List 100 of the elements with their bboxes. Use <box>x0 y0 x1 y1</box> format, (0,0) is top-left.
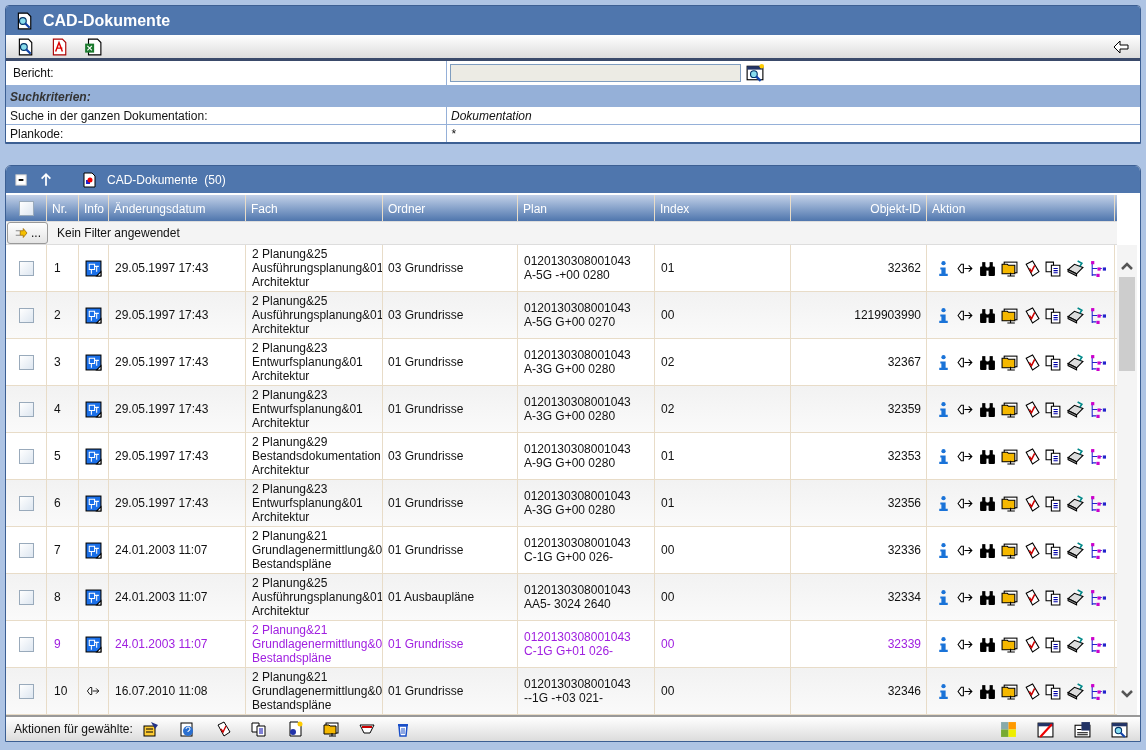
folder-monitor-icon[interactable] <box>1001 447 1018 465</box>
tree-icon[interactable] <box>1089 494 1106 512</box>
spreadsheet-icon[interactable] <box>84 37 102 56</box>
tree-icon[interactable] <box>1089 353 1106 371</box>
clipboard-check-icon[interactable] <box>1023 682 1040 700</box>
clipboard-check-icon[interactable] <box>1023 588 1040 606</box>
pdf-icon[interactable] <box>50 37 68 56</box>
tree-icon[interactable] <box>1089 259 1106 277</box>
drive-icon[interactable] <box>1067 400 1084 418</box>
blueprint-icon[interactable] <box>85 494 102 512</box>
copy-icon[interactable] <box>1045 447 1062 465</box>
row-checkbox[interactable] <box>18 448 34 464</box>
copy-icon[interactable] <box>1045 682 1062 700</box>
blueprint-icon[interactable] <box>85 635 102 653</box>
table-row[interactable]: 4 29.05.1997 17:43 2 Planung&23 Entwurfsplanung&01 Architektur 01 Grundrisse 0120130308001043 A-3G G+00 0280 02 32359 <box>6 386 1117 433</box>
binoculars-icon[interactable] <box>979 541 996 559</box>
scroll-up-icon[interactable] <box>1120 261 1134 271</box>
drive-icon[interactable] <box>1067 541 1084 559</box>
binoculars-icon[interactable] <box>979 635 996 653</box>
blueprint-icon[interactable] <box>85 447 102 465</box>
scrollbar-thumb[interactable] <box>1119 277 1135 371</box>
window-search-icon[interactable] <box>1111 720 1128 738</box>
drive-icon[interactable] <box>1067 306 1084 324</box>
select-all-checkbox[interactable] <box>18 200 34 216</box>
blueprint-icon[interactable] <box>85 400 102 418</box>
folder-monitor-icon[interactable] <box>1001 588 1018 606</box>
folder-monitor-icon[interactable] <box>1001 494 1018 512</box>
copy-icon[interactable] <box>1045 541 1062 559</box>
filter-button[interactable]: ... <box>7 222 48 244</box>
properties-icon[interactable] <box>142 721 159 737</box>
folder-monitor-icon[interactable] <box>1001 353 1018 371</box>
binoculars-icon[interactable] <box>979 682 996 700</box>
copy-icon[interactable] <box>1045 635 1062 653</box>
drive-icon[interactable] <box>1067 588 1084 606</box>
blueprint-icon[interactable] <box>85 541 102 559</box>
blueprint-icon[interactable] <box>85 306 102 324</box>
table-row[interactable]: 2 29.05.1997 17:43 2 Planung&25 Ausführungsplanung&01 Architektur 03 Grundrisse 0120130308001043 A-5G G+00 0270 00 1219903990 <box>6 292 1117 339</box>
folder-monitor-icon[interactable] <box>1001 306 1018 324</box>
clipboard-check-icon[interactable] <box>1023 635 1040 653</box>
binoculars-icon[interactable] <box>979 353 996 371</box>
row-checkbox[interactable] <box>18 354 34 370</box>
clipboard-check-icon[interactable] <box>1023 541 1040 559</box>
drive-icon[interactable] <box>1067 682 1084 700</box>
table-row[interactable]: 9 24.01.2003 11:07 2 Planung&21 Grundlagenermittlung&0 Bestandspläne 01 Grundrisse 0120130308001043 C-1G G+01 026- 00 32339 <box>6 621 1117 668</box>
binoculars-icon[interactable] <box>979 447 996 465</box>
clipboard-check-icon[interactable] <box>1023 400 1040 418</box>
tree-icon[interactable] <box>1089 588 1106 606</box>
folder-monitor-icon[interactable] <box>322 721 339 737</box>
table-row[interactable]: 5 29.05.1997 17:43 2 Planung&29 Bestandsdokumentation Architektur 03 Grundrisse 0120130308001043 A-9G G+00 0280 01 32353 <box>6 433 1117 480</box>
clipboard-check-icon[interactable] <box>1023 494 1040 512</box>
report-picker-icon[interactable] <box>746 64 764 82</box>
binoculars-icon[interactable] <box>979 494 996 512</box>
save-layout-icon[interactable] <box>1074 720 1091 738</box>
table-row[interactable]: 1 29.05.1997 17:43 2 Planung&25 Ausführungsplanung&01 Architektur 03 Grundrisse 0120130308001043 A-5G -+00 0280 01 32362 <box>6 245 1117 292</box>
drive-icon[interactable] <box>1067 494 1084 512</box>
folder-monitor-icon[interactable] <box>1001 259 1018 277</box>
scrollbar[interactable] <box>1117 245 1137 715</box>
binoculars-icon[interactable] <box>979 400 996 418</box>
table-row[interactable]: 7 24.01.2003 11:07 2 Planung&21 Grundlagenermittlung&0 Bestandspläne 01 Grundrisse 0120130308001043 C-1G G+00 026- 00 32336 <box>6 527 1117 574</box>
copy-icon[interactable] <box>1045 400 1062 418</box>
row-checkbox[interactable] <box>18 401 34 417</box>
scroll-down-icon[interactable] <box>1120 689 1134 699</box>
drive-icon[interactable] <box>1067 259 1084 277</box>
row-checkbox[interactable] <box>18 260 34 276</box>
tree-icon[interactable] <box>1089 400 1106 418</box>
report-field[interactable] <box>450 64 741 82</box>
search-document-icon[interactable] <box>16 37 34 56</box>
row-checkbox[interactable] <box>18 636 34 652</box>
collapse-icon[interactable] <box>14 172 29 187</box>
back-arrow-icon[interactable] <box>1112 38 1130 55</box>
row-checkbox[interactable] <box>18 683 34 699</box>
table-row[interactable]: 3 29.05.1997 17:43 2 Planung&23 Entwurfsplanung&01 Architektur 01 Grundrisse 0120130308001043 A-3G G+00 0280 02 32367 <box>6 339 1117 386</box>
table-row[interactable]: 8 24.01.2003 11:07 2 Planung&25 Ausführungsplanung&01 Architektur 01 Ausbaupläne 0120130308001043 AA5- 3024 2640 00 32334 <box>6 574 1117 621</box>
blueprint-icon[interactable] <box>85 353 102 371</box>
row-checkbox[interactable] <box>18 307 34 323</box>
copy-icon[interactable] <box>1045 588 1062 606</box>
tag-icon[interactable] <box>358 721 375 737</box>
binoculars-icon[interactable] <box>979 259 996 277</box>
drive-icon[interactable] <box>1067 447 1084 465</box>
folder-monitor-icon[interactable] <box>1001 400 1018 418</box>
row-checkbox[interactable] <box>18 495 34 511</box>
tree-icon[interactable] <box>1089 635 1106 653</box>
copy-icon[interactable] <box>1045 353 1062 371</box>
copy-icon[interactable] <box>1045 494 1062 512</box>
folder-monitor-icon[interactable] <box>1001 541 1018 559</box>
drive-icon[interactable] <box>1067 353 1084 371</box>
tree-icon[interactable] <box>1089 541 1106 559</box>
color-grid-icon[interactable] <box>1000 720 1017 738</box>
clear-filter-icon[interactable] <box>1037 720 1054 738</box>
new-document-icon[interactable] <box>286 721 303 737</box>
tree-icon[interactable] <box>1089 682 1106 700</box>
clipboard-check-icon[interactable] <box>1023 259 1040 277</box>
binoculars-icon[interactable] <box>979 588 996 606</box>
tree-icon[interactable] <box>1089 447 1106 465</box>
folder-monitor-icon[interactable] <box>1001 682 1018 700</box>
clipboard-check-icon[interactable] <box>1023 353 1040 371</box>
tree-icon[interactable] <box>1089 306 1106 324</box>
table-row[interactable]: 6 29.05.1997 17:43 2 Planung&23 Entwurfsplanung&01 Architektur 01 Grundrisse 0120130308001043 A-3G G+00 0280 01 32356 <box>6 480 1117 527</box>
blueprint-icon[interactable] <box>85 588 102 606</box>
binoculars-icon[interactable] <box>979 306 996 324</box>
